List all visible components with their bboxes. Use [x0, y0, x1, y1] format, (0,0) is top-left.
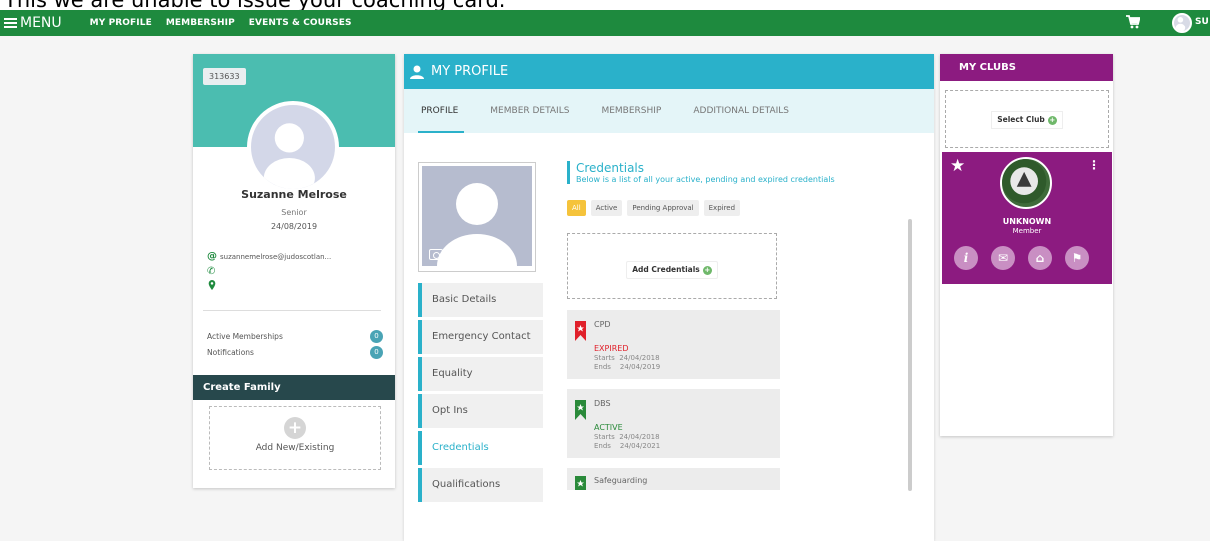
profile-card: 313633 Suzanne Melrose Senior 24/08/2019… — [193, 54, 395, 488]
bookmark-icon — [575, 476, 586, 490]
active-memberships-count: 0 — [370, 330, 383, 343]
tab-membership[interactable]: MEMBERSHIP — [601, 89, 661, 133]
side-menu-emergency-contact[interactable]: Emergency Contact — [418, 320, 543, 354]
create-family-header: Create Family — [193, 375, 395, 400]
select-club-area: Select Club + — [945, 90, 1109, 148]
credentials-header: Credentials Below is a list of all your … — [567, 161, 835, 184]
cart-icon[interactable] — [1126, 15, 1140, 29]
my-clubs-panel: MY CLUBS Select Club + ★ ⋮ UNKNOWN Member… — [940, 54, 1113, 436]
member-id-badge: 313633 — [203, 68, 246, 85]
location-row — [207, 280, 220, 290]
mail-icon[interactable]: ✉ — [991, 246, 1015, 270]
select-club-label: Select Club — [997, 115, 1045, 124]
profile-tabs: PROFILE MEMBER DETAILS MEMBERSHIP ADDITI… — [404, 89, 934, 133]
plus-icon: + — [284, 417, 306, 439]
filter-active[interactable]: Active — [590, 200, 623, 216]
active-memberships-label: Active Memberships — [207, 332, 283, 341]
nav-membership[interactable]: MEMBERSHIP — [166, 18, 235, 28]
my-profile-panel: MY PROFILE PROFILE MEMBER DETAILS MEMBER… — [404, 54, 934, 541]
home-icon[interactable]: ⌂ — [1028, 246, 1052, 270]
select-club-button[interactable]: Select Club + — [991, 111, 1063, 129]
add-family-label: Add New/Existing — [255, 443, 335, 453]
user-avatar[interactable] — [1172, 13, 1192, 33]
menu-label: MENU — [20, 15, 62, 31]
camera-icon[interactable] — [429, 249, 443, 260]
filter-all[interactable]: All — [567, 200, 586, 216]
nav-events-courses[interactable]: EVENTS & COURSES — [249, 18, 352, 28]
user-initials[interactable]: SU — [1195, 17, 1209, 27]
notifications-count: 0 — [370, 346, 383, 359]
credentials-subtitle: Below is a list of all your active, pend… — [576, 175, 835, 184]
profile-name: Suzanne Melrose — [241, 188, 347, 201]
club-name: UNKNOWN — [1002, 217, 1052, 226]
profile-date: 24/08/2019 — [270, 222, 318, 231]
profile-avatar — [247, 101, 339, 193]
location-pin-icon — [208, 280, 216, 290]
plus-circle-icon: + — [1047, 116, 1057, 125]
credential-starts: Starts 24/04/2018 — [594, 354, 660, 362]
clubs-title: MY CLUBS — [940, 54, 1113, 81]
side-menu-equality[interactable]: Equality — [418, 357, 543, 391]
credential-status: ACTIVE — [594, 423, 623, 432]
at-icon: @ — [207, 251, 217, 262]
add-credentials-label: Add Credentials — [632, 265, 700, 274]
side-menu-opt-ins[interactable]: Opt Ins — [418, 394, 543, 428]
credential-card-safeguarding[interactable]: Safeguarding — [567, 468, 780, 490]
club-logo — [1000, 157, 1052, 209]
email-row: @ suzannemelrose@judoscotlan... — [207, 251, 331, 262]
club-actions: i ✉ ⌂ ⚑ — [954, 246, 1102, 270]
user-icon — [410, 65, 424, 79]
filter-expired[interactable]: Expired — [703, 200, 741, 216]
nav-my-profile[interactable]: MY PROFILE — [90, 18, 152, 28]
add-credentials-area: Add Credentials + — [567, 233, 777, 299]
profile-level: Senior — [281, 208, 307, 217]
credential-name: DBS — [594, 399, 611, 408]
club-role: Member — [1012, 227, 1042, 235]
club-card[interactable]: ★ ⋮ UNKNOWN Member i ✉ ⌂ ⚑ — [942, 152, 1112, 284]
phone-row: ✆ — [207, 266, 220, 277]
side-menu-credentials[interactable]: Credentials — [418, 431, 543, 465]
add-credentials-button[interactable]: Add Credentials + — [626, 261, 718, 279]
credential-starts: Starts 24/04/2018 — [594, 433, 660, 441]
star-icon[interactable]: ★ — [950, 156, 965, 176]
credential-status: EXPIRED — [594, 344, 629, 353]
credential-ends: Ends 24/04/2019 — [594, 363, 661, 371]
panel-header: MY PROFILE — [404, 54, 934, 89]
tab-additional-details[interactable]: ADDITIONAL DETAILS — [693, 89, 789, 133]
credential-name: Safeguarding — [594, 476, 648, 485]
email-text[interactable]: suzannemelrose@judoscotlan... — [220, 253, 331, 261]
tab-member-details[interactable]: MEMBER DETAILS — [490, 89, 569, 133]
bookmark-icon — [575, 400, 586, 420]
active-memberships-row: Active Memberships 0 — [207, 330, 383, 343]
tab-profile[interactable]: PROFILE — [417, 89, 465, 133]
credential-filters: All Active Pending Approval Expired — [567, 200, 745, 216]
credentials-title: Credentials — [576, 161, 645, 175]
more-options-icon[interactable]: ⋮ — [1088, 158, 1100, 172]
notifications-row: Notifications 0 — [207, 346, 383, 359]
plus-circle-icon: + — [702, 266, 712, 275]
phone-icon: ✆ — [207, 266, 216, 277]
notifications-label: Notifications — [207, 348, 254, 357]
hamburger-icon — [4, 18, 17, 28]
credential-ends: Ends 24/04/2021 — [594, 442, 661, 450]
notice-banner: This we are unable to issue your coachin… — [0, 0, 1210, 10]
add-family-button[interactable]: + Add New/Existing — [209, 406, 381, 470]
bookmark-icon — [575, 321, 586, 341]
top-nav: MENU MY PROFILE MEMBERSHIP EVENTS & COUR… — [0, 10, 1210, 36]
panel-title: MY PROFILE — [431, 64, 509, 79]
divider — [203, 310, 381, 311]
side-menu-qualifications[interactable]: Qualifications — [418, 468, 543, 502]
info-icon[interactable]: i — [954, 246, 978, 270]
side-menu-basic-details[interactable]: Basic Details — [418, 283, 543, 317]
credentials-scrollbar[interactable] — [908, 219, 912, 491]
profile-photo[interactable] — [418, 162, 536, 272]
filter-pending-approval[interactable]: Pending Approval — [627, 200, 699, 216]
menu-button[interactable]: MENU — [4, 15, 62, 31]
credential-name: CPD — [594, 320, 611, 329]
person-location-icon[interactable]: ⚑ — [1065, 246, 1089, 270]
credential-card-dbs[interactable]: DBS ACTIVE Starts 24/04/2018 Ends 24/04/… — [567, 389, 780, 458]
credential-card-cpd[interactable]: CPD EXPIRED Starts 24/04/2018 Ends 24/04… — [567, 310, 780, 379]
